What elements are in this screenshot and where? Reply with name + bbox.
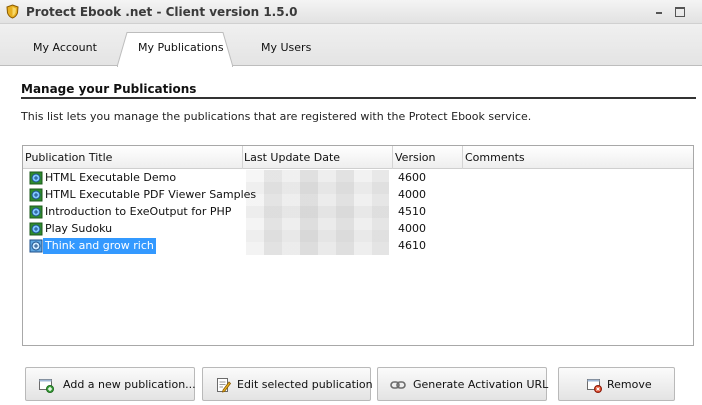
row-version: 4610 [398,239,426,252]
row-title: HTML Executable PDF Viewer Samples [45,188,257,201]
section-description: This list lets you manage the publicatio… [21,110,532,123]
column-separator[interactable] [242,146,243,169]
row-title: Introduction to ExeOutput for PHP [45,205,232,218]
row-title: Play Sudoku [45,222,113,235]
table-row-selected[interactable]: Think and grow rich 4610 [23,238,693,255]
generate-activation-url-label: Generate Activation URL [413,378,549,391]
section-divider [21,97,696,99]
add-document-icon [39,379,54,393]
app-shield-icon [6,4,19,19]
column-separator[interactable] [462,146,463,169]
window-title: Protect Ebook .net - Client version 1.5.… [26,5,298,19]
publications-list[interactable]: Publication Title Last Update Date Versi… [22,145,694,346]
generate-activation-url-button[interactable]: Generate Activation URL [377,367,549,401]
tab-my-users[interactable]: My Users [261,41,311,55]
publication-icon [29,171,43,185]
publication-icon [29,222,43,236]
column-publication-title[interactable]: Publication Title [25,151,112,164]
row-version: 4510 [398,205,426,218]
publication-icon [29,239,43,253]
link-icon [390,381,406,389]
column-separator[interactable] [392,146,393,169]
remove-label: Remove [607,378,652,391]
title-bar: Protect Ebook .net - Client version 1.5.… [0,0,702,24]
row-version: 4600 [398,171,426,184]
remove-document-icon [587,379,602,393]
row-title: HTML Executable Demo [45,171,177,184]
edit-publication-label: Edit selected publication [237,378,373,391]
tab-my-account[interactable]: My Account [33,41,97,55]
edit-document-icon [217,378,231,393]
column-last-update-date[interactable]: Last Update Date [244,151,340,164]
tab-my-publications[interactable]: My Publications [138,41,224,54]
column-version[interactable]: Version [395,151,435,164]
column-comments[interactable]: Comments [465,151,525,164]
table-row[interactable]: HTML Executable PDF Viewer Samples 4000 [23,187,693,204]
list-header: Publication Title Last Update Date Versi… [23,146,693,169]
row-version: 4000 [398,222,426,235]
edit-publication-button[interactable]: Edit selected publication [202,367,373,401]
add-publication-button[interactable]: Add a new publication... [25,367,196,401]
section-title: Manage your Publications [21,82,197,96]
minimize-button[interactable] [652,4,666,18]
remove-button[interactable]: Remove [558,367,675,401]
row-version: 4000 [398,188,426,201]
row-title: Think and grow rich [43,238,156,254]
publication-icon [29,205,43,219]
table-row[interactable]: Introduction to ExeOutput for PHP 4510 [23,204,693,221]
publication-icon [29,188,43,202]
add-publication-label: Add a new publication... [63,378,196,391]
table-row[interactable]: HTML Executable Demo 4600 [23,170,693,187]
tab-strip: My Account My Publications My Users [0,24,702,67]
table-row[interactable]: Play Sudoku 4000 [23,221,693,238]
maximize-button[interactable] [672,4,686,18]
